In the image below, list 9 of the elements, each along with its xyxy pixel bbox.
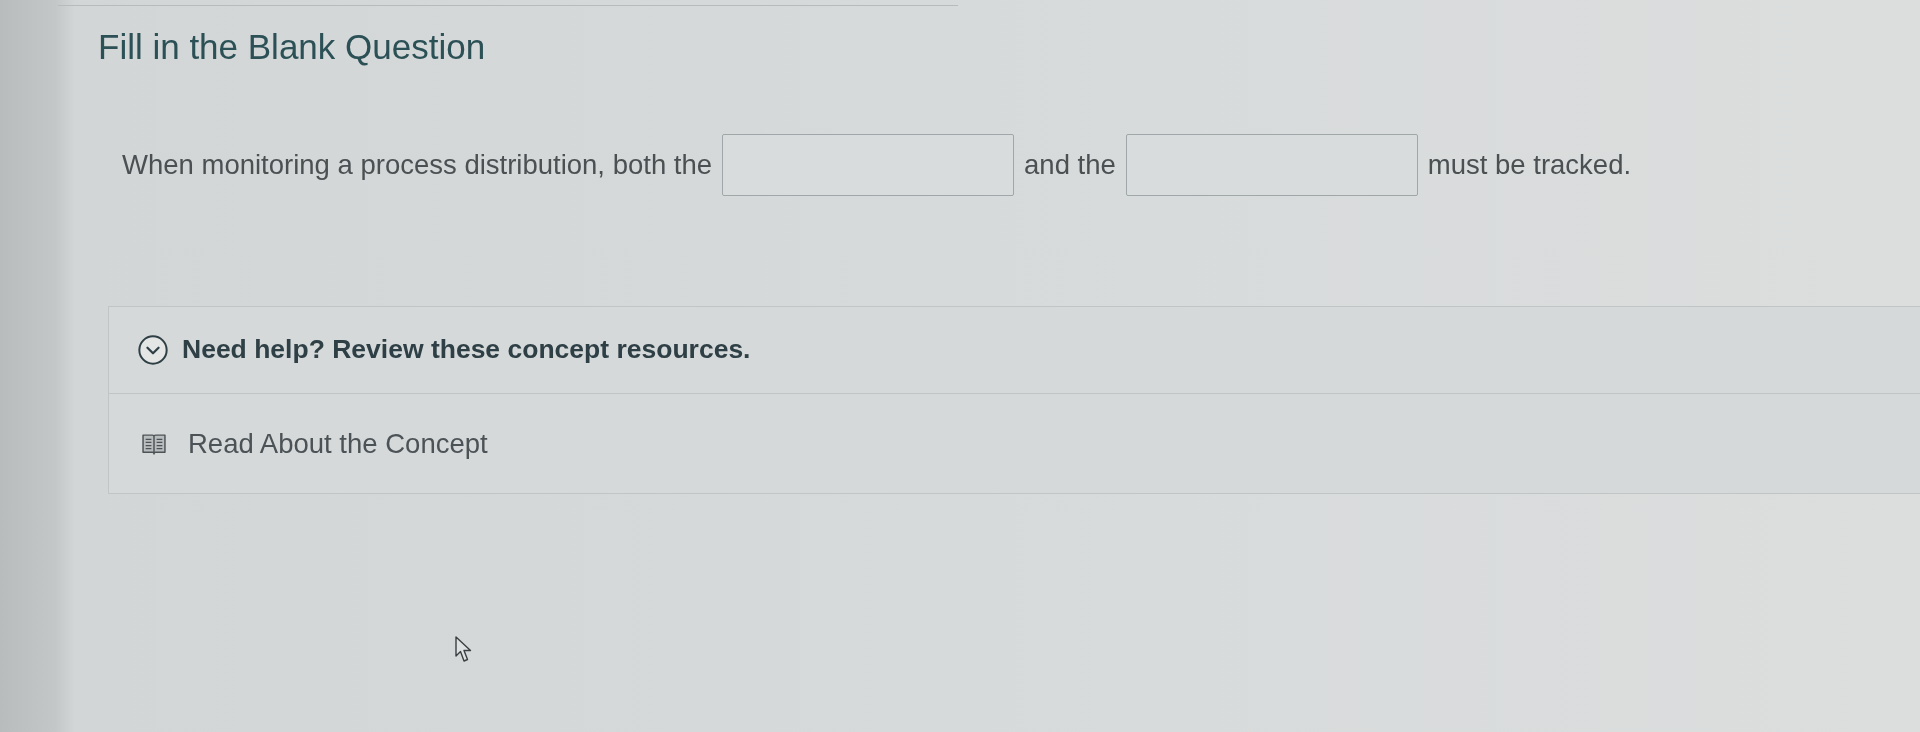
question-text: must be tracked. <box>1427 148 1632 183</box>
answer-box[interactable] <box>722 134 1015 196</box>
question-text: When monitoring a process distribution, both the <box>122 148 713 183</box>
answer-box[interactable] <box>1125 134 1418 196</box>
resource-link[interactable]: Read About the Concept <box>188 422 488 465</box>
book-icon <box>142 432 166 455</box>
question-title: Fill in the Blank Question <box>98 26 486 68</box>
help-toggle[interactable]: Need help? Review these concept resources. <box>109 307 1920 393</box>
question-text: and the <box>1024 148 1116 183</box>
